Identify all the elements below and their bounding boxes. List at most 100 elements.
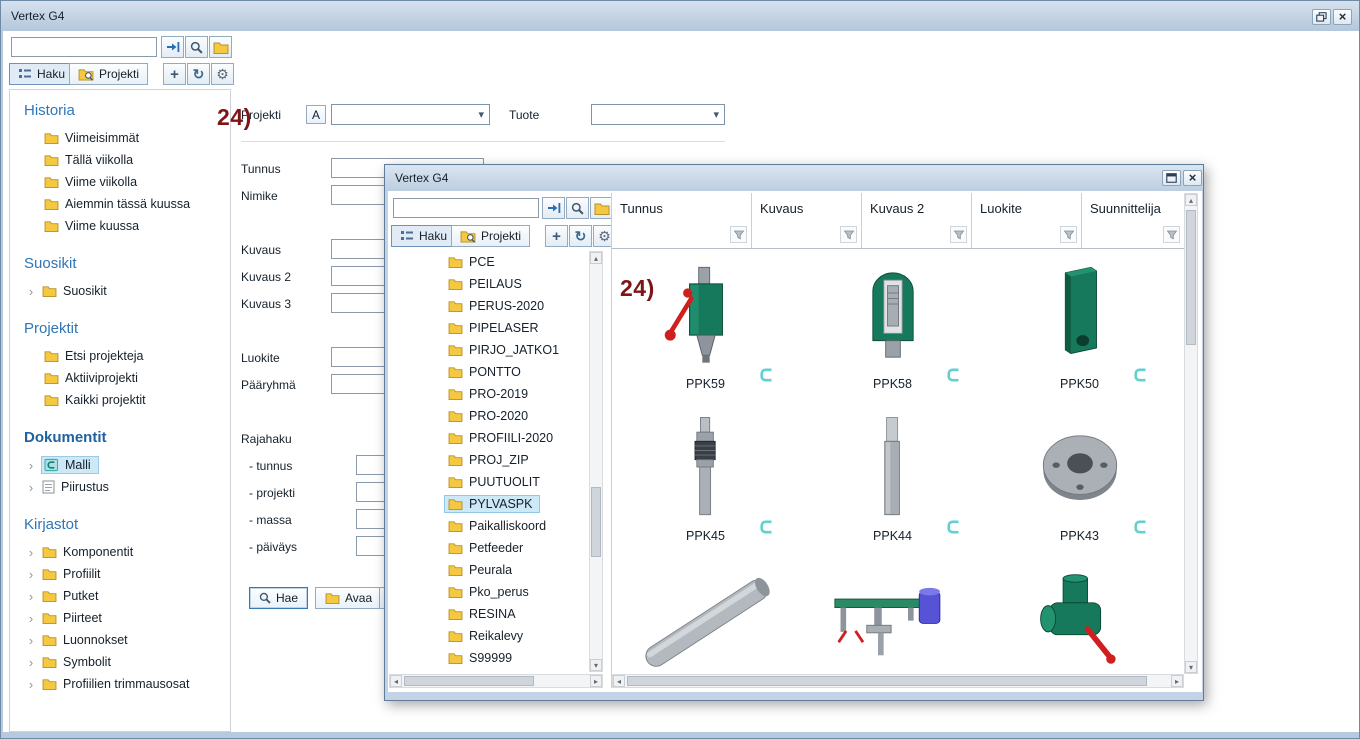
- sidebar-item[interactable]: Tällä viikolla: [10, 149, 230, 171]
- maximize-button[interactable]: [1312, 9, 1331, 25]
- sidebar-item[interactable]: Viime viikolla: [10, 171, 230, 193]
- chevron-right-icon[interactable]: [26, 611, 36, 626]
- tree-item[interactable]: PIPELASER: [389, 317, 589, 339]
- scroll-down-button[interactable]: [1185, 661, 1197, 673]
- filter-icon[interactable]: [1163, 226, 1180, 243]
- settings-button[interactable]: [211, 63, 234, 85]
- tab-projekti[interactable]: Projekti: [69, 63, 148, 85]
- sidebar-item[interactable]: Profiilien trimmausosat: [10, 673, 230, 695]
- column-luokite[interactable]: Luokite: [972, 193, 1082, 248]
- sidebar-item[interactable]: Kaikki projektit: [10, 389, 230, 411]
- popup-titlebar[interactable]: Vertex G4: [385, 165, 1203, 191]
- chevron-right-icon[interactable]: [26, 458, 36, 473]
- scroll-right-button[interactable]: [590, 675, 602, 687]
- a-button[interactable]: A: [306, 105, 326, 124]
- sidebar-item[interactable]: Viimeisimmät: [10, 127, 230, 149]
- tree-item[interactable]: PROFIILI-2020: [389, 427, 589, 449]
- scroll-thumb[interactable]: [627, 676, 1147, 686]
- popup-go-button[interactable]: [542, 197, 565, 219]
- go-button[interactable]: [161, 36, 184, 58]
- popup-tab-haku[interactable]: Haku: [391, 225, 456, 247]
- column-suunnittelija[interactable]: Suunnittelija: [1082, 193, 1184, 248]
- part-item[interactable]: PPK43: [986, 405, 1173, 557]
- chevron-right-icon[interactable]: [26, 284, 36, 299]
- hae-button[interactable]: Hae: [249, 587, 308, 609]
- tree-item[interactable]: PYLVASPK: [389, 493, 589, 515]
- tree-item[interactable]: PRO-2019: [389, 383, 589, 405]
- filter-icon[interactable]: [730, 226, 747, 243]
- projekti-combobox[interactable]: [331, 104, 490, 125]
- scroll-up-button[interactable]: [1185, 194, 1197, 206]
- scroll-thumb[interactable]: [404, 676, 534, 686]
- tree-item[interactable]: PIRJO_JATKO1: [389, 339, 589, 361]
- chevron-right-icon[interactable]: [26, 480, 36, 495]
- scroll-right-button[interactable]: [1171, 675, 1183, 687]
- sidebar-item[interactable]: Luonnokset: [10, 629, 230, 651]
- tuote-combobox[interactable]: [591, 104, 725, 125]
- tree-item[interactable]: PEILAUS: [389, 273, 589, 295]
- main-titlebar[interactable]: Vertex G4: [1, 1, 1359, 31]
- sidebar-item[interactable]: Piirteet: [10, 607, 230, 629]
- tree-item[interactable]: Peurala: [389, 559, 589, 581]
- column-kuvaus[interactable]: Kuvaus: [752, 193, 862, 248]
- tree-item[interactable]: S99999: [389, 647, 589, 669]
- sidebar-item-malli[interactable]: Malli: [10, 454, 230, 476]
- sidebar-item[interactable]: Aktiiviprojekti: [10, 367, 230, 389]
- scroll-thumb[interactable]: [1186, 210, 1196, 345]
- popup-open-folder-button[interactable]: [590, 197, 613, 219]
- refresh-button[interactable]: [187, 63, 210, 85]
- chevron-right-icon[interactable]: [26, 633, 36, 648]
- sidebar-item[interactable]: Profiilit: [10, 563, 230, 585]
- part-item[interactable]: [799, 557, 986, 674]
- sidebar-item[interactable]: Viime kuussa: [10, 215, 230, 237]
- scroll-thumb[interactable]: [591, 487, 601, 557]
- filter-icon[interactable]: [1060, 226, 1077, 243]
- results-vscrollbar[interactable]: [1184, 193, 1198, 674]
- part-item[interactable]: PPK50: [986, 253, 1173, 405]
- part-item[interactable]: PPK58: [799, 253, 986, 405]
- tree-item[interactable]: Petfeeder: [389, 537, 589, 559]
- tree-item[interactable]: Pko_perus: [389, 581, 589, 603]
- tree-item[interactable]: Reikalevy: [389, 625, 589, 647]
- tree-hscrollbar[interactable]: [389, 674, 603, 688]
- chevron-right-icon[interactable]: [26, 567, 36, 582]
- popup-search-input[interactable]: [393, 198, 539, 218]
- tab-haku[interactable]: Haku: [9, 63, 74, 85]
- tree-item[interactable]: Paikalliskoord: [389, 515, 589, 537]
- tree-item[interactable]: PONTTO: [389, 361, 589, 383]
- tree-item[interactable]: PUUTUOLIT: [389, 471, 589, 493]
- scroll-left-button[interactable]: [613, 675, 625, 687]
- popup-close-button[interactable]: [1183, 170, 1202, 186]
- chevron-right-icon[interactable]: [26, 677, 36, 692]
- chevron-right-icon[interactable]: [26, 545, 36, 560]
- scroll-down-button[interactable]: [590, 659, 602, 671]
- sidebar-item[interactable]: Symbolit: [10, 651, 230, 673]
- results-hscrollbar[interactable]: [612, 674, 1184, 688]
- tree-item[interactable]: PRO-2020: [389, 405, 589, 427]
- tree-vscrollbar[interactable]: [589, 251, 603, 672]
- part-item[interactable]: PPK44: [799, 405, 986, 557]
- popup-add-button[interactable]: [545, 225, 568, 247]
- scroll-up-button[interactable]: [590, 252, 602, 264]
- part-item[interactable]: PPK45: [612, 405, 799, 557]
- tree-item[interactable]: PCE: [389, 251, 589, 273]
- avaa-button[interactable]: Avaa: [315, 587, 382, 609]
- search-button[interactable]: [185, 36, 208, 58]
- tree-item[interactable]: PERUS-2020: [389, 295, 589, 317]
- sidebar-item[interactable]: Putket: [10, 585, 230, 607]
- popup-refresh-button[interactable]: [569, 225, 592, 247]
- column-kuvaus2[interactable]: Kuvaus 2: [862, 193, 972, 248]
- column-tunnus[interactable]: Tunnus: [612, 193, 752, 248]
- sidebar-item[interactable]: Aiemmin tässä kuussa: [10, 193, 230, 215]
- popup-float-button[interactable]: [1162, 170, 1181, 186]
- filter-icon[interactable]: [840, 226, 857, 243]
- add-button[interactable]: [163, 63, 186, 85]
- filter-icon[interactable]: [950, 226, 967, 243]
- popup-tab-projekti[interactable]: Projekti: [451, 225, 530, 247]
- sidebar-item-suosikit[interactable]: Suosikit: [10, 280, 230, 302]
- tree-item[interactable]: RESINA: [389, 603, 589, 625]
- part-item[interactable]: [986, 557, 1173, 674]
- sidebar-item[interactable]: Komponentit: [10, 541, 230, 563]
- scroll-left-button[interactable]: [390, 675, 402, 687]
- popup-search-button[interactable]: [566, 197, 589, 219]
